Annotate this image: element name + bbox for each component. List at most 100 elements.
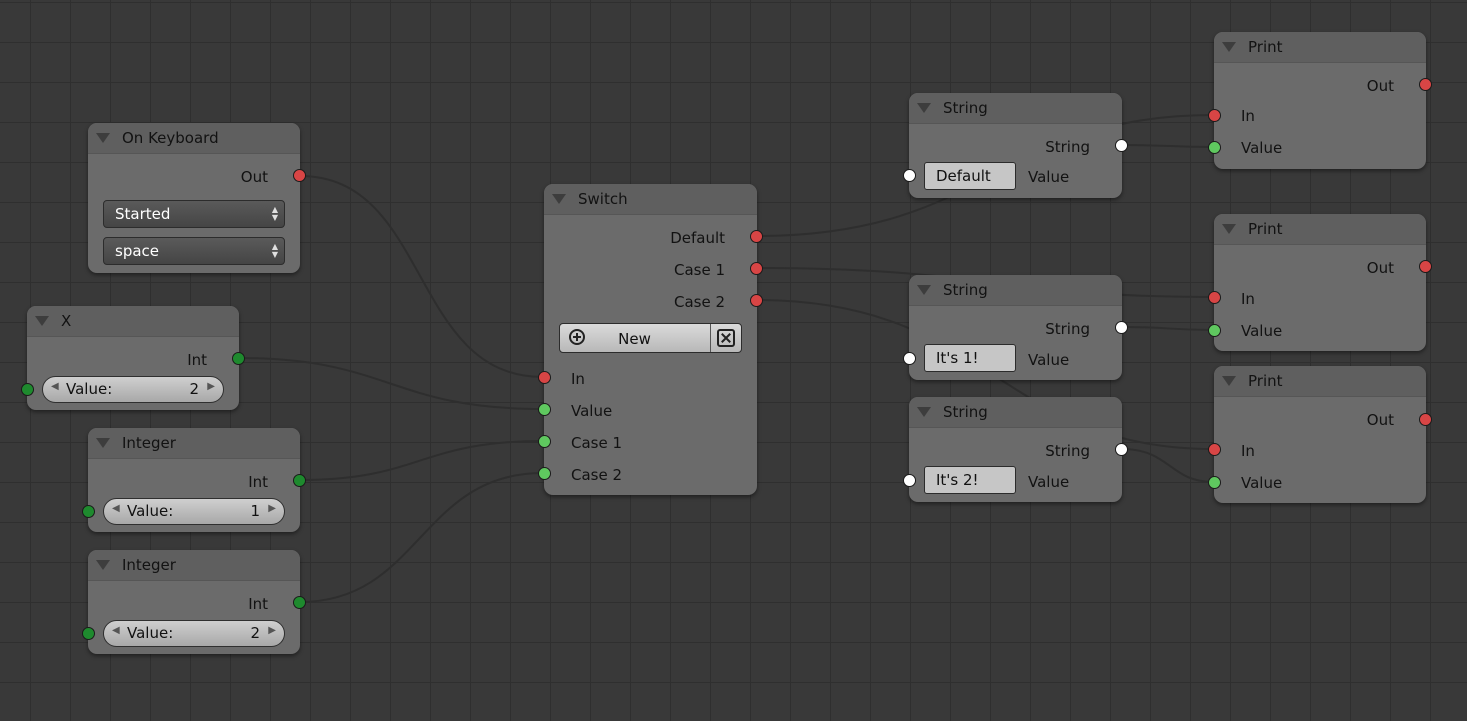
collapse-triangle-icon[interactable] — [917, 285, 931, 295]
node-header[interactable]: Print — [1214, 214, 1426, 245]
node-title: Integer — [122, 556, 176, 574]
link-int2-to-switch-case2 — [299, 472, 544, 603]
socket-value-in[interactable] — [1208, 324, 1221, 337]
link-keyboard-out-to-switch-in — [299, 175, 544, 378]
increment-arrow-icon[interactable]: ▶ — [207, 381, 215, 392]
node-on-keyboard[interactable]: On Keyboard Out Started ▲ ▼ space ▲ ▼ — [88, 123, 306, 273]
node-header[interactable]: String — [909, 93, 1122, 124]
socket-value-in[interactable] — [903, 352, 916, 365]
node-integer-2[interactable]: Integer Int ◀ Value: 2 ▶ — [82, 550, 306, 654]
event-type-dropdown[interactable]: Started ▲ ▼ — [103, 200, 285, 228]
collapse-triangle-icon[interactable] — [96, 560, 110, 570]
socket-case-1-in[interactable] — [538, 435, 551, 448]
collapse-triangle-icon[interactable] — [1222, 42, 1236, 52]
value-number-field[interactable]: ◀ Value: 1 ▶ — [103, 498, 285, 525]
node-print-3[interactable]: Print Out In Value — [1208, 366, 1432, 503]
node-header[interactable]: String — [909, 397, 1122, 428]
socket-string-out[interactable] — [1115, 443, 1128, 456]
node-header[interactable]: Print — [1214, 32, 1426, 63]
string-value-field[interactable]: Default — [924, 162, 1016, 190]
dropdown-value: space — [115, 242, 160, 260]
socket-out[interactable] — [1419, 413, 1432, 426]
node-string-case-1[interactable]: String String It's 1! Value — [903, 275, 1128, 380]
socket-in[interactable] — [1208, 291, 1221, 304]
socket-value-in[interactable] — [903, 474, 916, 487]
socket-case-2-out[interactable] — [750, 294, 763, 307]
socket-in[interactable] — [1208, 443, 1221, 456]
socket-value-in[interactable] — [21, 383, 34, 396]
node-print-1[interactable]: Print Out In Value — [1208, 32, 1432, 169]
node-integer-1[interactable]: Integer Int ◀ Value: 1 ▶ — [82, 428, 306, 532]
collapse-triangle-icon[interactable] — [552, 194, 566, 204]
increment-arrow-icon[interactable]: ▶ — [268, 503, 276, 514]
output-label-string: String — [1045, 138, 1090, 156]
socket-int-out[interactable] — [232, 352, 245, 365]
socket-value-in[interactable] — [1208, 141, 1221, 154]
socket-value-in[interactable] — [903, 169, 916, 182]
collapse-triangle-icon[interactable] — [917, 103, 931, 113]
socket-value-in[interactable] — [538, 403, 551, 416]
value-number-field[interactable]: ◀ Value: 2 ▶ — [42, 376, 224, 403]
node-header[interactable]: On Keyboard — [88, 123, 300, 154]
field-label: Value: — [66, 380, 113, 398]
input-label-value: Value — [1028, 351, 1070, 369]
socket-case-1-out[interactable] — [750, 262, 763, 275]
decrement-arrow-icon[interactable]: ◀ — [112, 625, 120, 636]
field-value: 2 — [250, 624, 260, 642]
increment-arrow-icon[interactable]: ▶ — [268, 625, 276, 636]
socket-out[interactable] — [293, 169, 306, 182]
link-string-case1-to-print2-value — [1121, 326, 1214, 331]
new-button-label: New — [618, 330, 651, 348]
socket-int-out[interactable] — [293, 596, 306, 609]
node-header[interactable]: String — [909, 275, 1122, 306]
socket-int-out[interactable] — [293, 474, 306, 487]
node-header[interactable]: Print — [1214, 366, 1426, 397]
collapse-triangle-icon[interactable] — [35, 316, 49, 326]
socket-value-in[interactable] — [82, 627, 95, 640]
node-string-case-2[interactable]: String String It's 2! Value — [903, 397, 1128, 502]
node-string-default[interactable]: String String Default Value — [903, 93, 1128, 198]
collapse-triangle-icon[interactable] — [1222, 376, 1236, 386]
decrement-arrow-icon[interactable]: ◀ — [51, 381, 59, 392]
collapse-triangle-icon[interactable] — [96, 438, 110, 448]
value-number-field[interactable]: ◀ Value: 2 ▶ — [103, 620, 285, 647]
socket-out[interactable] — [1419, 260, 1432, 273]
updown-arrows-icon: ▲ ▼ — [271, 205, 278, 222]
socket-value-in[interactable] — [82, 505, 95, 518]
node-switch[interactable]: Switch Default Case 1 Case 2 New In Valu… — [538, 184, 763, 495]
node-header[interactable]: X — [27, 306, 239, 337]
collapse-triangle-icon[interactable] — [1222, 224, 1236, 234]
node-print-2[interactable]: Print Out In Value — [1208, 214, 1432, 351]
remove-case-icon[interactable] — [717, 329, 735, 347]
node-title: String — [943, 403, 988, 421]
socket-case-2-in[interactable] — [538, 467, 551, 480]
socket-value-in[interactable] — [1208, 476, 1221, 489]
output-label-int: Int — [187, 351, 207, 369]
collapse-triangle-icon[interactable] — [96, 133, 110, 143]
node-title: Switch — [578, 190, 628, 208]
input-label-value: Value — [1241, 139, 1283, 157]
key-dropdown[interactable]: space ▲ ▼ — [103, 237, 285, 265]
node-title: String — [943, 99, 988, 117]
socket-default-out[interactable] — [750, 230, 763, 243]
socket-string-out[interactable] — [1115, 321, 1128, 334]
socket-in[interactable] — [1208, 109, 1221, 122]
node-header[interactable]: Integer — [88, 428, 300, 459]
string-value-field[interactable]: It's 1! — [924, 344, 1016, 372]
socket-in[interactable] — [538, 371, 551, 384]
socket-out[interactable] — [1419, 78, 1432, 91]
field-label: Value: — [127, 624, 174, 642]
node-header[interactable]: Integer — [88, 550, 300, 581]
new-case-button[interactable]: New — [559, 323, 742, 353]
socket-string-out[interactable] — [1115, 139, 1128, 152]
input-label-case-1: Case 1 — [571, 434, 623, 452]
decrement-arrow-icon[interactable]: ◀ — [112, 503, 120, 514]
dropdown-value: Started — [115, 205, 171, 223]
input-label-value: Value — [1241, 322, 1283, 340]
node-title: Print — [1248, 220, 1283, 238]
node-x[interactable]: X Int ◀ Value: 2 ▶ — [21, 306, 245, 410]
node-header[interactable]: Switch — [544, 184, 757, 215]
collapse-triangle-icon[interactable] — [917, 407, 931, 417]
output-label-out: Out — [1366, 77, 1394, 95]
string-value-field[interactable]: It's 2! — [924, 466, 1016, 494]
